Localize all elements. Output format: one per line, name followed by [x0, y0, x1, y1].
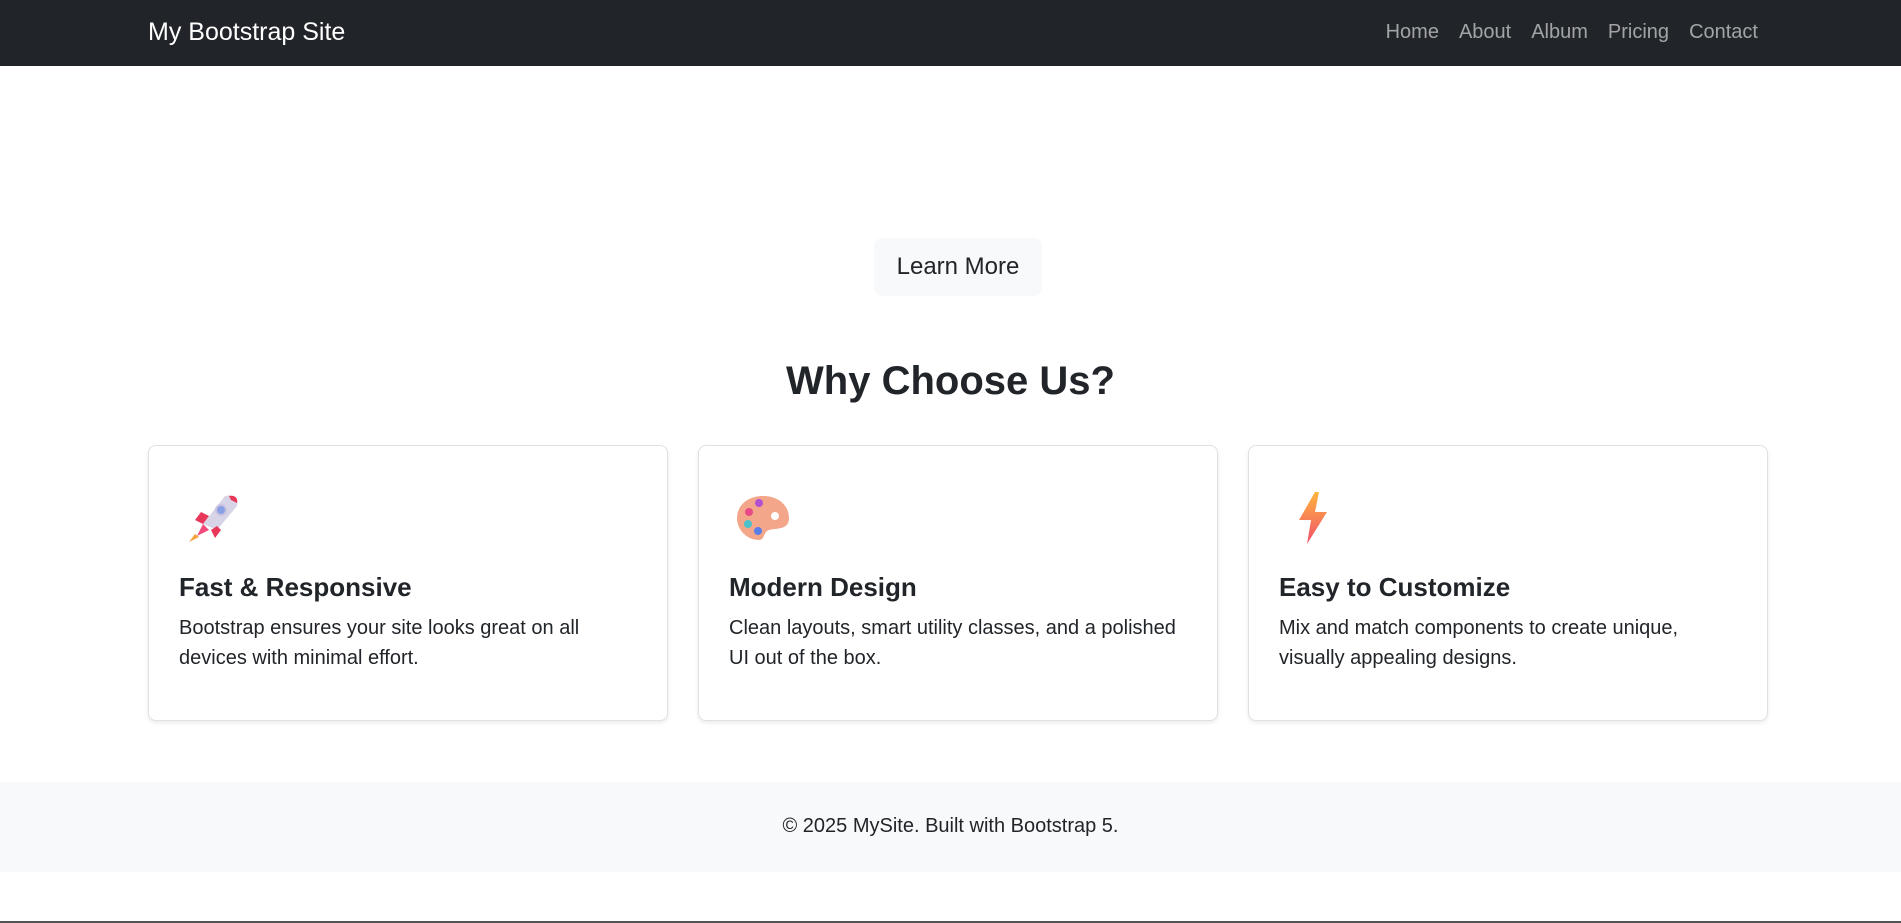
footer: © 2025 MySite. Built with Bootstrap 5.	[0, 782, 1901, 872]
feature-card-design: Modern Design Clean layouts, smart utili…	[698, 445, 1218, 721]
feature-card-fast: Fast & Responsive Bootstrap ensures your…	[148, 445, 668, 721]
navbar-brand[interactable]: My Bootstrap Site	[148, 16, 345, 48]
lightning-icon	[1299, 492, 1327, 544]
learn-more-button[interactable]: Learn More	[874, 238, 1042, 296]
card-text: Clean layouts, smart utility classes, an…	[729, 617, 1176, 669]
nav-links: Home About Album Pricing Contact	[1386, 19, 1758, 45]
card-title: Modern Design	[729, 572, 917, 602]
nav-link-album[interactable]: Album	[1531, 19, 1588, 45]
card-text: Mix and match components to create uniqu…	[1279, 617, 1679, 669]
card-title: Fast & Responsive	[179, 572, 412, 602]
nav-link-contact[interactable]: Contact	[1689, 19, 1758, 45]
section-title: Why Choose Us?	[786, 359, 1115, 403]
rocket-icon	[189, 495, 238, 542]
nav-link-pricing[interactable]: Pricing	[1608, 19, 1669, 45]
feature-card-customize: Easy to Customize Mix and match componen…	[1248, 445, 1768, 721]
card-title: Easy to Customize	[1279, 572, 1511, 602]
palette-icon	[737, 496, 789, 540]
nav-link-home[interactable]: Home	[1386, 19, 1439, 45]
navbar: My Bootstrap Site Home About Album Prici…	[0, 0, 1901, 66]
card-text: Bootstrap ensures your site looks great …	[179, 617, 580, 669]
footer-text: © 2025 MySite. Built with Bootstrap 5.	[782, 815, 1119, 837]
nav-link-about[interactable]: About	[1459, 19, 1511, 45]
